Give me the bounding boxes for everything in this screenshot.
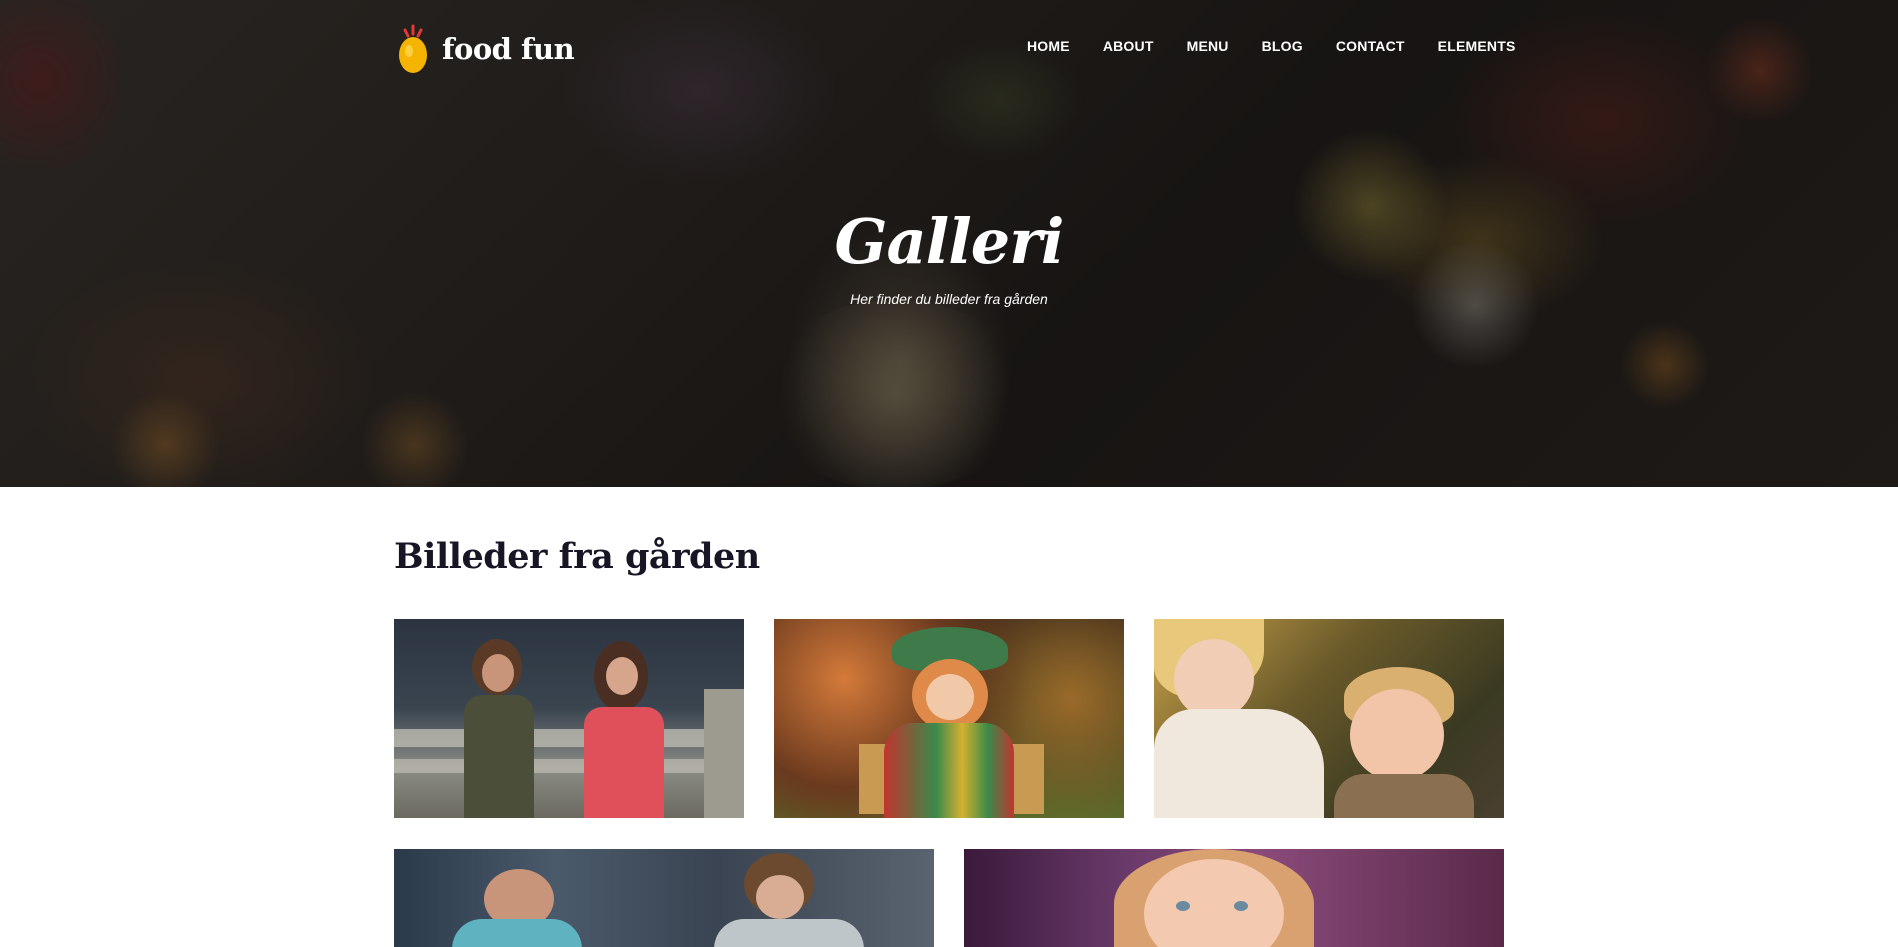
photo-figure [1234,901,1248,911]
photo-figure [606,657,638,695]
photo-figure [1334,774,1474,818]
photo-figure [482,654,514,692]
nav-about[interactable]: ABOUT [1103,38,1154,54]
photo-figure [1174,639,1254,719]
photo-figure [756,875,804,919]
gallery-photo[interactable] [394,849,934,947]
photo-figure [926,674,974,720]
photo-figure [464,695,534,818]
photo-figure [1154,709,1324,818]
main-nav: HOME ABOUT MENU BLOG CONTACT ELEMENTS [1027,38,1516,54]
photo-post [704,689,744,818]
gallery-photo[interactable] [394,619,744,818]
photo-fence [394,729,744,747]
page-title: Galleri [834,205,1065,278]
gallery-photo[interactable] [774,619,1124,818]
page-subtitle: Her finder du billeder fra gården [850,291,1048,307]
photo-figure [452,919,582,947]
nav-blog[interactable]: BLOG [1262,38,1303,54]
hero-banner: food fun HOME ABOUT MENU BLOG CONTACT EL… [0,0,1898,487]
photo-figure [1176,901,1190,911]
gallery-photo[interactable] [964,849,1504,947]
egg-chick-icon [396,24,432,76]
photo-figure [884,723,1014,818]
brand-logo[interactable]: food fun [396,24,575,76]
photo-fence [394,759,744,773]
gallery-heading: Billeder fra gården [394,536,760,577]
brand-name: food fun [442,31,575,66]
nav-menu[interactable]: MENU [1187,38,1229,54]
photo-figure [714,919,864,947]
nav-home[interactable]: HOME [1027,38,1070,54]
photo-figure [584,707,664,818]
nav-contact[interactable]: CONTACT [1336,38,1405,54]
nav-elements[interactable]: ELEMENTS [1438,38,1516,54]
photo-figure [1350,689,1444,781]
gallery-photo[interactable] [1154,619,1504,818]
